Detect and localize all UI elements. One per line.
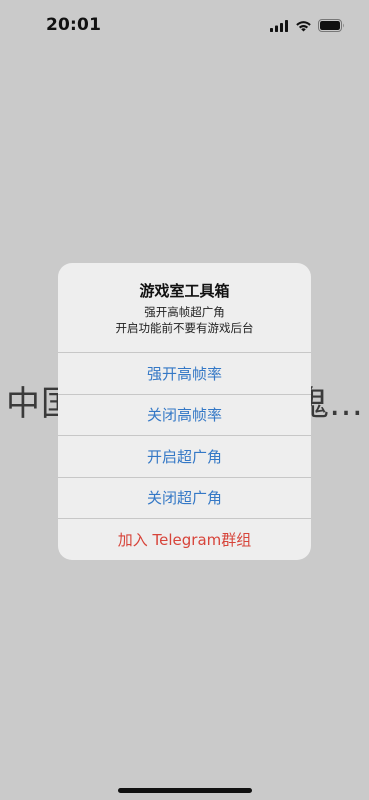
action-alert: 游戏室工具箱 强开高帧超广角 开启功能前不要有游戏后台 强开高帧率 关闭高帧率 … <box>58 263 311 560</box>
alert-header: 游戏室工具箱 强开高帧超广角 开启功能前不要有游戏后台 <box>58 263 311 352</box>
disable-ultra-wide-button[interactable]: 关闭超广角 <box>58 476 311 519</box>
screen: 20:01 中国 鬼… 游戏室工具箱 强开高帧超广角 开启功能前不要有游戏后台 … <box>0 0 369 800</box>
status-icons <box>270 19 345 32</box>
alert-message-line-1: 强开高帧超广角 <box>144 305 225 319</box>
wifi-icon <box>296 20 311 31</box>
enable-ultra-wide-button[interactable]: 开启超广角 <box>58 435 311 477</box>
join-telegram-group-button[interactable]: 加入 Telegram群组 <box>58 518 311 560</box>
enable-high-fps-button[interactable]: 强开高帧率 <box>58 352 311 394</box>
signal-icon <box>270 19 288 32</box>
status-bar: 20:01 <box>0 0 369 54</box>
home-indicator[interactable] <box>118 788 252 793</box>
alert-message-line-2: 开启功能前不要有游戏后台 <box>115 321 254 335</box>
status-time: 20:01 <box>46 15 102 35</box>
alert-message: 强开高帧超广角 开启功能前不要有游戏后台 <box>58 304 311 336</box>
disable-high-fps-button[interactable]: 关闭高帧率 <box>58 393 311 436</box>
alert-title: 游戏室工具箱 <box>139 282 230 300</box>
battery-icon <box>318 19 344 32</box>
